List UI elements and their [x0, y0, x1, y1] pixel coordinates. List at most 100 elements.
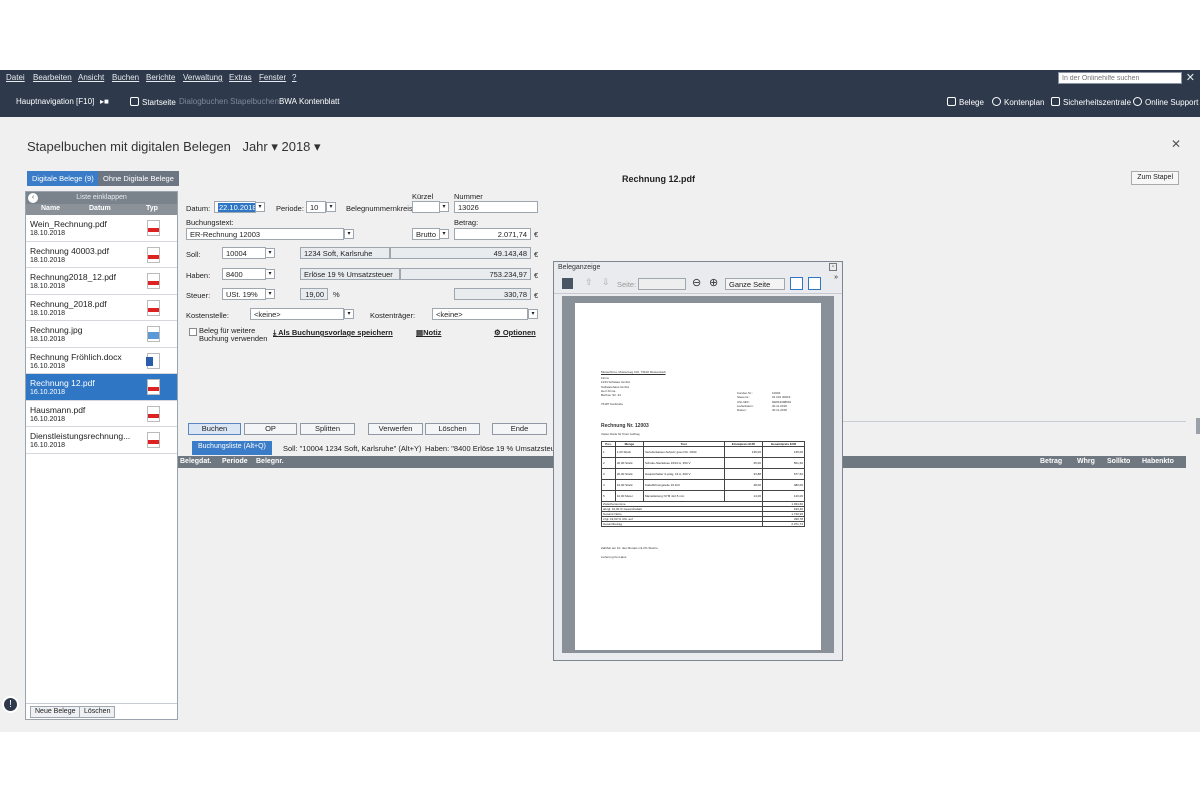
arrow-down-icon[interactable]: ⇩ [602, 277, 610, 288]
fit-width-icon[interactable] [808, 277, 821, 290]
zum-stapel-button[interactable]: Zum Stapel [1131, 171, 1179, 185]
kostentraeger-select[interactable]: <keine> [432, 308, 528, 320]
delete-document-button[interactable]: Löschen [79, 706, 116, 718]
kuerzel-dropdown-icon[interactable]: ▾ [439, 202, 449, 212]
nav-sicherheitszentrale[interactable]: Sicherheitszentrale [1051, 97, 1131, 107]
new-documents-button[interactable]: Neue Belege [30, 706, 81, 718]
tab-buchungsliste[interactable]: Buchungsliste (Alt+Q) [192, 441, 272, 455]
periode-dropdown-icon[interactable]: ▾ [326, 202, 336, 212]
zoom-select[interactable]: Ganze Seite [725, 278, 785, 290]
print-icon[interactable] [562, 278, 573, 289]
pin-icon[interactable]: ▸■ [100, 97, 109, 106]
menu-verwaltung[interactable]: Verwaltung [183, 73, 223, 82]
buchungstext-dropdown-icon[interactable]: ▾ [344, 229, 354, 239]
col-belegdat[interactable]: Belegdat. [180, 458, 212, 465]
nav-stapelbuchen[interactable]: Stapelbuchen [230, 97, 279, 106]
col-whrg[interactable]: Whrg [1077, 458, 1095, 465]
options-icon: ⚙ [494, 328, 503, 337]
col-name[interactable]: Name [41, 205, 60, 212]
nummer-input[interactable]: 13026 [454, 201, 538, 213]
col-sollkto[interactable]: Sollkto [1107, 458, 1130, 465]
year-selector[interactable]: Jahr ▾ 2018 ▾ [242, 139, 320, 154]
file-list-item[interactable]: Rechnung.jpg 18.10.2018 [26, 321, 177, 348]
menu-bearbeiten[interactable]: Bearbeiten [33, 73, 72, 82]
zoom-out-icon[interactable]: ⊖ [692, 276, 701, 289]
haben-dropdown-icon[interactable]: ▾ [265, 269, 275, 279]
col-betrag[interactable]: Betrag [1040, 458, 1062, 465]
menu-help[interactable]: ? [292, 73, 296, 82]
file-list-item[interactable]: Rechnung_2018.pdf 18.10.2018 [26, 295, 177, 321]
splitten-button[interactable]: Splitten [300, 423, 355, 435]
menu-extras[interactable]: Extras [229, 73, 252, 82]
optionen-link[interactable]: ⚙ Optionen [494, 328, 536, 337]
op-button[interactable]: OP [244, 423, 297, 435]
close-icon[interactable]: ✕ [1186, 71, 1195, 84]
chevron-more-icon[interactable]: » [834, 274, 838, 281]
file-list-item[interactable]: Rechnung 40003.pdf 18.10.2018 [26, 242, 177, 268]
col-typ[interactable]: Typ [146, 205, 158, 212]
steuer-dropdown-icon[interactable]: ▾ [265, 289, 275, 299]
brutto-select[interactable]: Brutto [412, 228, 440, 240]
nav-startseite[interactable]: Startseite [130, 97, 176, 107]
col-belegnr[interactable]: Belegnr. [256, 458, 284, 465]
menu-berichte[interactable]: Berichte [146, 73, 175, 82]
haben-input[interactable]: 8400 [222, 268, 266, 280]
nav-online-support[interactable]: Online Support [1133, 97, 1198, 107]
buchungstext-input[interactable]: ER-Rechnung 12003 [186, 228, 344, 240]
file-list-item[interactable]: Dienstleistungsrechnung... 16.10.2018 [26, 427, 177, 454]
kostenstelle-label: Kostenstelle: [186, 311, 229, 320]
file-list-item[interactable]: Rechnung2018_12.pdf 18.10.2018 [26, 268, 177, 295]
brutto-dropdown-icon[interactable]: ▾ [439, 229, 449, 239]
collapse-list-button[interactable]: ‹ Liste einklappen [26, 192, 177, 204]
viewer-close-icon[interactable]: ▫ [829, 263, 837, 271]
menu-fenster[interactable]: Fenster [259, 73, 286, 82]
col-habenkto[interactable]: Habenkto [1142, 458, 1174, 465]
invoice-cell: Schuko-Steckdose 16/10 A, 250 V [642, 457, 725, 469]
tab-ohne-digitale-belege[interactable]: Ohne Digitale Belege [98, 171, 179, 186]
col-datum[interactable]: Datum [89, 205, 111, 212]
tab-digitale-belege[interactable]: Digitale Belege (9) [27, 171, 99, 186]
beleg-weitere-checkbox[interactable] [189, 328, 197, 336]
help-search-input[interactable] [1058, 72, 1182, 84]
nav-kontenplan[interactable]: Kontenplan [992, 97, 1044, 107]
notiz-link[interactable]: ▤Notiz [416, 328, 441, 337]
file-list-item[interactable]: Hausmann.pdf 16.10.2018 [26, 401, 177, 427]
menu-ansicht[interactable]: Ansicht [78, 73, 104, 82]
verwerfen-button[interactable]: Verwerfen [368, 423, 423, 435]
save-template-link[interactable]: ⤓ Als Buchungsvorlage speichern [273, 328, 393, 338]
page-title: Stapelbuchen mit digitalen Belegen Jahr … [27, 139, 321, 155]
ende-button[interactable]: Ende [492, 423, 547, 435]
nav-belege[interactable]: Belege [947, 97, 984, 107]
steuer-select[interactable]: USt. 19% [222, 288, 266, 300]
single-page-icon[interactable] [790, 277, 803, 290]
menu-buchen[interactable]: Buchen [112, 73, 139, 82]
menu-datei[interactable]: Datei [6, 73, 25, 82]
file-list-item[interactable]: Rechnung 12.pdf 16.10.2018 [26, 374, 177, 401]
kostenstelle-select[interactable]: <keine> [250, 308, 344, 320]
zoom-in-icon[interactable]: ⊕ [709, 276, 718, 289]
invoice-cell: Mantelleitung NYM 4x2,5 mm [642, 490, 725, 502]
kuerzel-select[interactable] [412, 201, 440, 213]
datum-input[interactable]: 22.10.2018 [214, 201, 256, 213]
nav-kontenblatt[interactable]: Kontenblatt [299, 97, 339, 106]
nav-dialogbuchen[interactable]: Dialogbuchen [179, 97, 228, 106]
soll-dropdown-icon[interactable]: ▾ [265, 248, 275, 258]
page-number-input[interactable] [638, 278, 686, 290]
datum-dropdown-icon[interactable]: ▾ [255, 202, 265, 212]
arrow-up-icon[interactable]: ⇧ [585, 277, 593, 288]
loeschen-button[interactable]: Löschen [425, 423, 480, 435]
col-periode[interactable]: Periode [222, 458, 248, 465]
scrollbar-grip[interactable] [1196, 418, 1200, 434]
periode-select[interactable]: 10 [306, 201, 326, 213]
file-list-item[interactable]: Wein_Rechnung.pdf 18.10.2018 [26, 215, 177, 242]
main-navigation-button[interactable]: Hauptnavigation [F10] [16, 97, 94, 106]
kostentraeger-dropdown-icon[interactable]: ▾ [528, 309, 538, 319]
kostenstelle-dropdown-icon[interactable]: ▾ [344, 309, 354, 319]
buchen-button[interactable]: Buchen [188, 423, 241, 435]
file-list-item[interactable]: Rechnung Fröhlich.docx 16.10.2018 [26, 348, 177, 374]
close-page-icon[interactable]: ✕ [1171, 137, 1181, 151]
soll-input[interactable]: 10004 [222, 247, 266, 259]
info-icon[interactable]: ! [2, 696, 19, 713]
nav-bwa[interactable]: BWA [279, 97, 297, 106]
betrag-input[interactable]: 2.071,74 [454, 228, 531, 240]
